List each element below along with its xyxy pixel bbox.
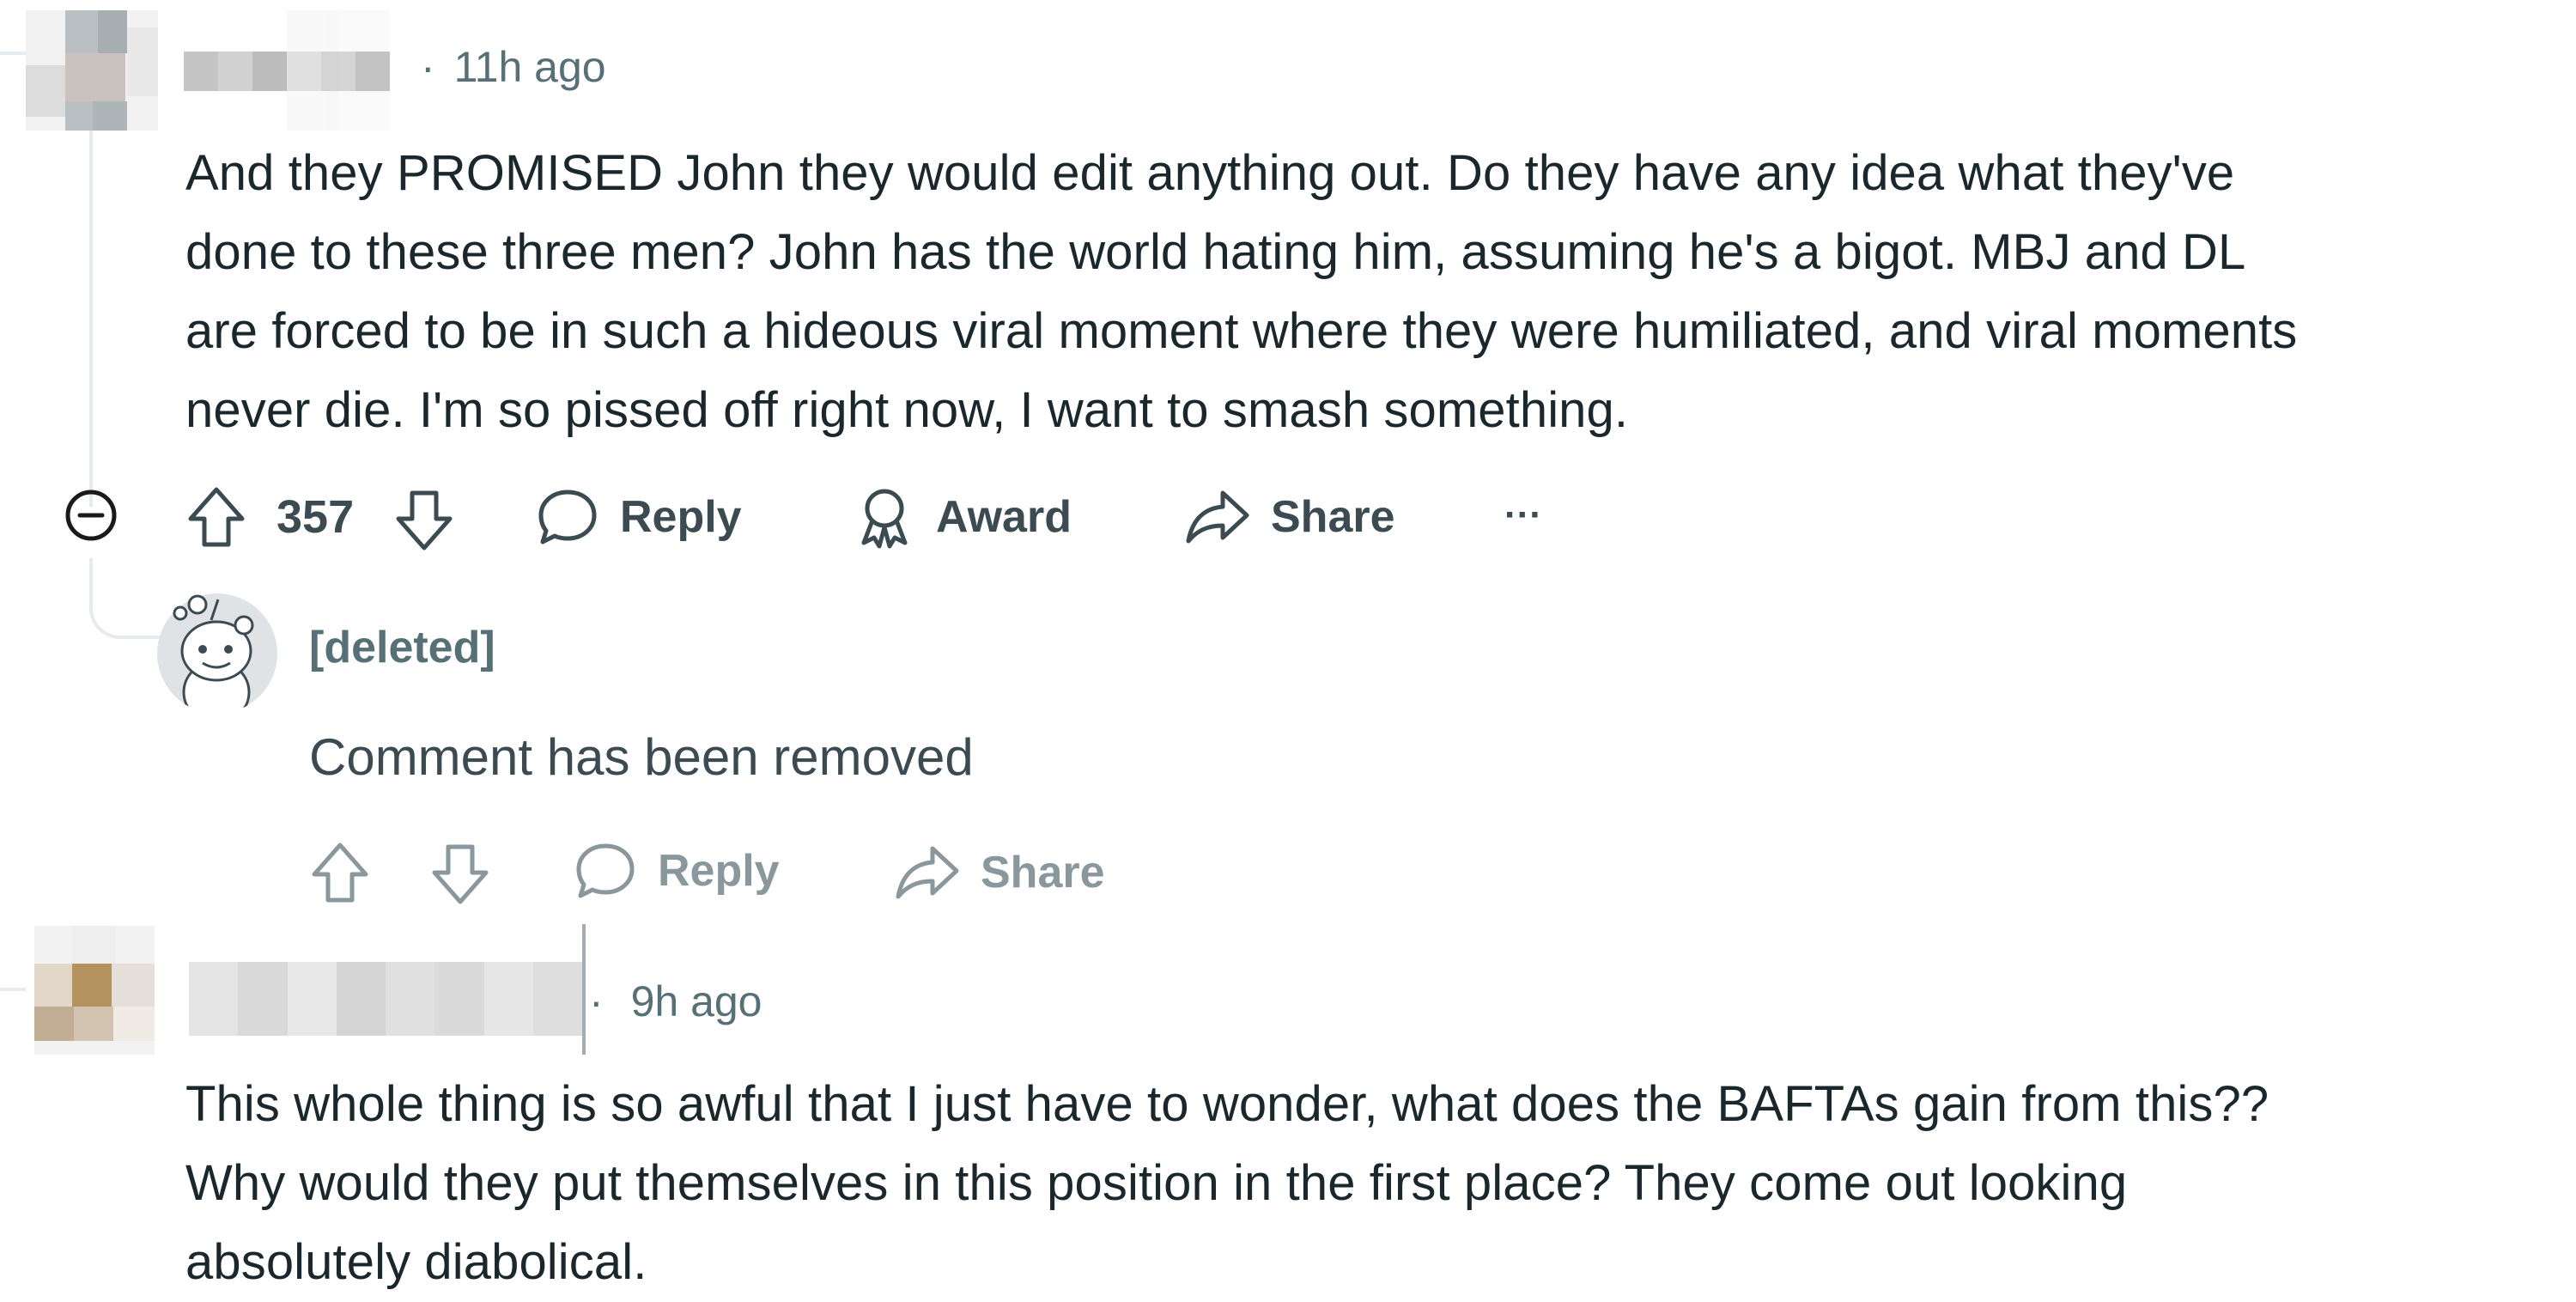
comment-meta: · 11h ago	[421, 41, 606, 93]
comment-body-line: absolutely diabolical.	[185, 1234, 647, 1290]
reply-label: Reply	[620, 492, 742, 542]
collapse-button[interactable]	[64, 488, 118, 543]
comment-body-line: Why would they put themselves in this po…	[185, 1155, 2128, 1211]
downvote-arrow-icon	[396, 490, 453, 551]
thread-connector-comment-3	[0, 945, 26, 991]
reply-label: Reply	[658, 846, 780, 896]
upvote-button-disabled[interactable]	[306, 837, 374, 909]
award-label: Award	[936, 492, 1072, 542]
upvote-button[interactable]	[182, 481, 251, 553]
downvote-arrow-icon	[432, 844, 489, 904]
thread-connector-deleted	[89, 558, 161, 639]
comment-meta: · 9h ago	[589, 976, 762, 1027]
meta-separator: ·	[589, 977, 604, 1025]
comment-timestamp[interactable]: 11h ago	[454, 43, 606, 91]
more-options-button[interactable]: ···	[1504, 490, 1542, 541]
removed-comment-text: Comment has been removed	[309, 728, 974, 786]
snoo-avatar-icon	[157, 593, 277, 714]
reply-button[interactable]: Reply	[534, 484, 742, 550]
comment-body-line: done to these three men? John has the wo…	[185, 224, 2246, 280]
award-button[interactable]: Award	[855, 483, 1072, 551]
reply-button-disabled[interactable]: Reply	[572, 838, 780, 903]
share-label: Share	[981, 848, 1105, 897]
share-button[interactable]: Share	[1183, 484, 1395, 550]
upvote-arrow-icon	[312, 843, 368, 903]
thread-line-comment-1	[89, 129, 93, 507]
share-arrow-icon	[1186, 490, 1249, 544]
vote-score: 357	[276, 491, 355, 543]
comment-body-line: never die. I'm so pissed off right now, …	[185, 382, 1629, 438]
avatar[interactable]	[34, 926, 155, 1055]
comment-body-line: This whole thing is so awful that I just…	[185, 1076, 2269, 1132]
username-blurred[interactable]	[189, 962, 582, 1036]
comment-timestamp[interactable]: 9h ago	[631, 977, 762, 1025]
downvote-button[interactable]	[390, 484, 459, 557]
username-blurred-right	[287, 10, 390, 131]
username-divider	[582, 924, 586, 1055]
share-button-disabled[interactable]: Share	[893, 840, 1105, 905]
award-ribbon-icon	[861, 489, 908, 549]
comment-body-line: And they PROMISED John they would edit a…	[185, 145, 2235, 201]
share-label: Share	[1271, 492, 1395, 542]
share-arrow-icon	[896, 846, 959, 899]
comment-body-line: are forced to be in such a hideous viral…	[185, 303, 2298, 359]
downvote-button-disabled[interactable]	[426, 838, 495, 910]
meta-separator: ·	[421, 43, 435, 91]
avatar[interactable]	[26, 10, 158, 131]
comment-body: And they PROMISED John they would edit a…	[185, 134, 2573, 450]
thread-connector-parent-left	[0, 0, 26, 55]
speech-bubble-icon	[538, 490, 597, 545]
deleted-user-avatar[interactable]	[155, 591, 280, 716]
upvote-arrow-icon	[188, 487, 245, 547]
comment-body: This whole thing is so awful that I just…	[185, 1065, 2573, 1302]
deleted-username: [deleted]	[309, 623, 495, 672]
collapse-minus-icon	[65, 490, 117, 541]
speech-bubble-icon	[576, 843, 635, 898]
